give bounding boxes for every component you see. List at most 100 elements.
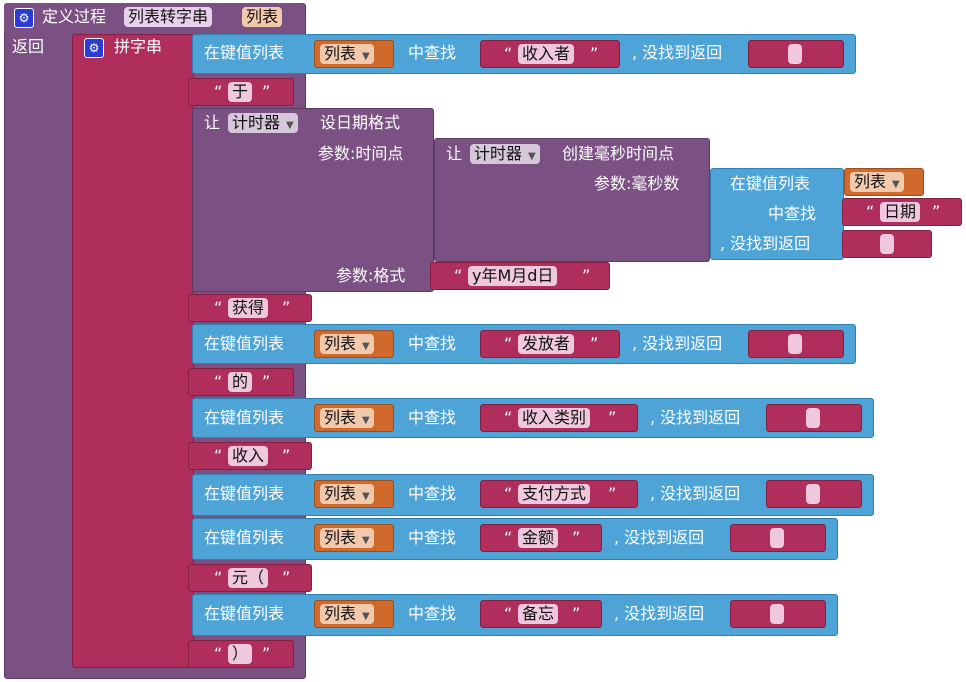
text-value[interactable]: 获得 bbox=[228, 298, 269, 318]
empty-text-value[interactable] bbox=[770, 604, 784, 624]
quote-close-icon: ” bbox=[282, 446, 291, 465]
lookup-find-label: 中查找 bbox=[408, 604, 457, 623]
quote-close-icon: ” bbox=[932, 202, 941, 221]
dropdown-arrow-icon: ▼ bbox=[362, 491, 370, 502]
lookup-label: 在键值列表 bbox=[204, 43, 285, 62]
timer-component-dropdown[interactable]: 计时器 ▼ bbox=[470, 144, 540, 164]
key-text-value[interactable]: 备忘 bbox=[518, 604, 559, 624]
text-value[interactable]: 收入 bbox=[228, 446, 269, 466]
key-text-value[interactable]: 收入者 bbox=[518, 44, 575, 64]
timer-component-dropdown[interactable]: 计时器 ▼ bbox=[228, 113, 298, 133]
text-value[interactable]: 元（ bbox=[228, 568, 269, 588]
text-value[interactable]: 于 bbox=[228, 82, 253, 102]
quote-open-icon: “ bbox=[504, 44, 513, 63]
not-found-label: , 没找到返回 bbox=[614, 528, 705, 547]
list-variable-dropdown[interactable]: 列表 ▼ bbox=[320, 484, 374, 504]
procedure-name-field[interactable]: 列表转字串 bbox=[124, 7, 213, 27]
empty-text-value[interactable] bbox=[806, 484, 820, 504]
list-variable-dropdown[interactable]: 列表 ▼ bbox=[320, 44, 374, 64]
quote-open-icon: “ bbox=[214, 446, 223, 465]
quote-close-icon: ” bbox=[572, 604, 581, 623]
quote-close-icon: ” bbox=[262, 644, 271, 663]
format-text-value[interactable]: y年M月d日 bbox=[468, 266, 558, 286]
lookup-label: 在键值列表 bbox=[204, 334, 285, 353]
dropdown-arrow-icon: ▼ bbox=[362, 535, 370, 546]
quote-open-icon: “ bbox=[214, 298, 223, 317]
list-variable-dropdown[interactable]: 列表 ▼ bbox=[320, 408, 374, 428]
dropdown-arrow-icon: ▼ bbox=[892, 179, 900, 190]
not-found-label: , 没找到返回 bbox=[632, 43, 723, 62]
dropdown-arrow-icon: ▼ bbox=[286, 120, 294, 131]
quote-open-icon: “ bbox=[504, 528, 513, 547]
param-time-label: 参数:时间点 bbox=[318, 144, 404, 163]
procedure-param[interactable]: 列表 bbox=[242, 7, 283, 27]
lookup-label: 在键值列表 bbox=[204, 604, 285, 623]
not-found-label: , 没找到返回 bbox=[650, 408, 741, 427]
quote-close-icon: ” bbox=[262, 372, 271, 391]
dropdown-arrow-icon: ▼ bbox=[362, 341, 370, 352]
timer-let-label: 让 bbox=[204, 113, 221, 132]
text-value[interactable]: 的 bbox=[228, 372, 253, 392]
list-variable-dropdown[interactable]: 列表 ▼ bbox=[320, 604, 374, 624]
quote-close-icon: ” bbox=[282, 568, 291, 587]
procedure-header-label: 定义过程 bbox=[42, 7, 107, 26]
lookup-find-label: 中查找 bbox=[408, 408, 457, 427]
lookup-find-label: 中查找 bbox=[408, 484, 457, 503]
lookup-label: 在键值列表 bbox=[204, 528, 285, 547]
param-ms-label: 参数:毫秒数 bbox=[594, 174, 680, 193]
empty-text-value[interactable] bbox=[770, 528, 784, 548]
dropdown-arrow-icon: ▼ bbox=[362, 611, 370, 622]
not-found-label: , 没找到返回 bbox=[632, 334, 723, 353]
list-variable-dropdown[interactable]: 列表 ▼ bbox=[320, 528, 374, 548]
empty-text-value[interactable] bbox=[806, 408, 820, 428]
quote-close-icon: ” bbox=[608, 408, 617, 427]
lookup-find-label: 中查找 bbox=[768, 204, 817, 223]
quote-open-icon: “ bbox=[214, 568, 223, 587]
join-block[interactable] bbox=[72, 34, 194, 668]
key-text-value[interactable]: 日期 bbox=[880, 202, 921, 222]
timer-method-label: 设日期格式 bbox=[320, 113, 401, 132]
text-value[interactable]: ） bbox=[228, 644, 253, 664]
empty-text-value[interactable] bbox=[788, 44, 802, 64]
lookup-find-label: 中查找 bbox=[408, 528, 457, 547]
join-gear-icon[interactable]: ⚙ bbox=[84, 38, 104, 58]
lookup-find-label: 中查找 bbox=[408, 43, 457, 62]
empty-text-value[interactable] bbox=[788, 334, 802, 354]
quote-open-icon: “ bbox=[504, 484, 513, 503]
quote-close-icon: ” bbox=[582, 266, 591, 285]
dropdown-arrow-icon: ▼ bbox=[362, 415, 370, 426]
quote-close-icon: ” bbox=[590, 334, 599, 353]
timer-format-block[interactable] bbox=[192, 108, 434, 292]
key-text-value[interactable]: 收入类别 bbox=[518, 408, 591, 428]
not-found-label: , 没找到返回 bbox=[720, 234, 811, 253]
key-text-value[interactable]: 发放者 bbox=[518, 334, 575, 354]
join-label: 拼字串 bbox=[114, 37, 163, 56]
quote-close-icon: ” bbox=[262, 82, 271, 101]
list-variable-dropdown[interactable]: 列表 ▼ bbox=[850, 172, 904, 192]
timer-create-label: 创建毫秒时间点 bbox=[562, 144, 675, 163]
quote-open-icon: “ bbox=[504, 334, 513, 353]
quote-open-icon: “ bbox=[504, 408, 513, 427]
not-found-label: , 没找到返回 bbox=[614, 604, 705, 623]
list-variable-dropdown[interactable]: 列表 ▼ bbox=[320, 334, 374, 354]
quote-open-icon: “ bbox=[214, 372, 223, 391]
empty-text-value[interactable] bbox=[880, 234, 894, 254]
key-text-value[interactable]: 金额 bbox=[518, 528, 559, 548]
quote-close-icon: ” bbox=[590, 44, 599, 63]
dropdown-arrow-icon: ▼ bbox=[362, 51, 370, 62]
quote-open-icon: “ bbox=[454, 266, 463, 285]
key-text-value[interactable]: 支付方式 bbox=[518, 484, 591, 504]
procedure-gear-icon[interactable]: ⚙ bbox=[14, 8, 34, 28]
lookup-label: 在键值列表 bbox=[204, 484, 285, 503]
quote-close-icon: ” bbox=[282, 298, 291, 317]
not-found-label: , 没找到返回 bbox=[650, 484, 741, 503]
quote-close-icon: ” bbox=[608, 484, 617, 503]
quote-open-icon: “ bbox=[866, 202, 875, 221]
quote-close-icon: ” bbox=[572, 528, 581, 547]
timer-let-label: 让 bbox=[446, 144, 463, 163]
lookup-find-label: 中查找 bbox=[408, 334, 457, 353]
quote-open-icon: “ bbox=[214, 644, 223, 663]
quote-open-icon: “ bbox=[504, 604, 513, 623]
lookup-label: 在键值列表 bbox=[730, 174, 811, 193]
lookup-label: 在键值列表 bbox=[204, 408, 285, 427]
